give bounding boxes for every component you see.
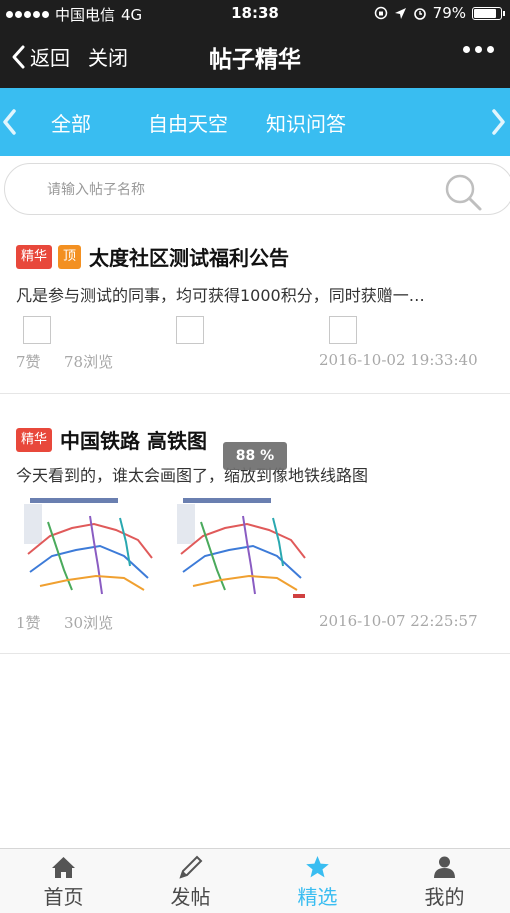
tab-home-label: 首页 — [43, 885, 84, 909]
tab-mine[interactable]: 我的 — [381, 849, 508, 913]
nav-bar: 返回 关闭 帖子精华 — [0, 26, 510, 88]
close-button[interactable]: 关闭 — [88, 42, 128, 71]
tab-free-sky[interactable]: 自由天空 — [148, 108, 228, 137]
location-icon — [394, 7, 406, 19]
post-excerpt: 今天看到的，谁太会画图了，缩放到像地铁线路图 — [16, 466, 369, 485]
post-title: 太度社区测试福利公告 — [89, 246, 290, 270]
zoom-level-toast: 88 % — [223, 442, 287, 470]
back-button[interactable]: 返回 — [10, 42, 70, 71]
railway-map-image[interactable] — [20, 494, 160, 606]
tab-knowledge-qa[interactable]: 知识问答 — [266, 108, 346, 137]
like-count: 1赞 — [16, 614, 41, 632]
view-count: 30浏览 — [64, 614, 114, 632]
status-right: 79% — [374, 4, 505, 22]
tab-post-label: 发帖 — [170, 885, 211, 909]
search-input[interactable] — [47, 178, 387, 202]
page-title: 帖子精华 — [209, 47, 301, 73]
search-icon[interactable] — [441, 170, 485, 214]
battery-icon — [472, 6, 505, 20]
home-icon — [52, 857, 75, 878]
post-title-row: 精华 中国铁路 高铁图 — [16, 425, 207, 454]
post-date: 2016-10-02 19:33:40 — [319, 351, 478, 369]
post-title: 中国铁路 高铁图 — [60, 429, 207, 453]
divider — [0, 393, 510, 394]
pinned-badge: 顶 — [58, 244, 82, 269]
search-bar — [4, 163, 510, 215]
back-label: 返回 — [30, 46, 70, 70]
tab-home[interactable]: 首页 — [0, 849, 127, 913]
tab-featured-label: 精选 — [297, 885, 338, 909]
railway-map-image[interactable] — [173, 494, 313, 606]
battery-fill — [474, 8, 497, 18]
tab-mine-label: 我的 — [424, 885, 465, 909]
image-placeholder[interactable] — [329, 316, 357, 344]
tab-all[interactable]: 全部 — [51, 108, 91, 137]
chevron-right-icon[interactable] — [488, 108, 508, 136]
like-count: 7赞 — [16, 353, 41, 371]
tab-featured[interactable]: 精选 — [254, 849, 381, 913]
category-tabs: 全部 自由天空 知识问答 — [0, 88, 510, 156]
divider — [0, 653, 510, 654]
view-count: 78浏览 — [64, 353, 114, 371]
battery-percent: 79% — [432, 4, 466, 22]
status-bar: 中国电信 4G 18:38 79% — [0, 0, 510, 26]
rotation-lock-icon — [374, 6, 387, 20]
image-placeholder[interactable] — [23, 316, 51, 344]
alarm-icon — [413, 8, 426, 20]
user-icon — [434, 856, 455, 878]
tab-post[interactable]: 发帖 — [127, 849, 254, 913]
bottom-tab-bar: 首页 发帖 精选 我的 — [0, 848, 510, 913]
featured-badge: 精华 — [16, 427, 53, 452]
star-icon — [306, 856, 329, 878]
image-placeholder[interactable] — [176, 316, 204, 344]
more-dots-icon[interactable] — [463, 46, 494, 53]
post-title-row: 精华 顶 太度社区测试福利公告 — [16, 242, 289, 271]
chevron-left-icon — [12, 45, 25, 68]
chevron-left-icon[interactable] — [0, 108, 20, 136]
post-item[interactable]: 精华 顶 太度社区测试福利公告 凡是参与测试的同事，均可获得1000积分，同时获… — [0, 230, 510, 392]
featured-badge: 精华 — [16, 244, 53, 269]
pencil-icon — [179, 855, 203, 879]
post-excerpt: 凡是参与测试的同事，均可获得1000积分，同时获赠一… — [16, 286, 425, 305]
post-date: 2016-10-07 22:25:57 — [319, 612, 478, 630]
